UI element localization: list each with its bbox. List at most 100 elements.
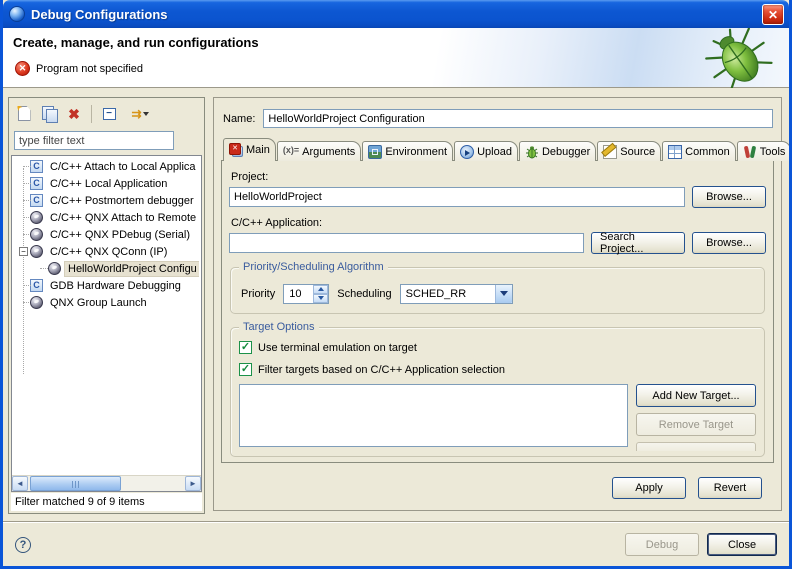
source-icon [603, 145, 617, 159]
chevron-down-icon [143, 112, 149, 116]
debug-button[interactable]: Debug [625, 533, 699, 556]
combo-dropdown-icon[interactable] [495, 285, 512, 303]
duplicate-configuration-button[interactable] [38, 103, 60, 125]
name-input[interactable] [263, 109, 773, 128]
filter-configurations-button[interactable]: ⇉ [123, 103, 157, 125]
partial-button [636, 442, 756, 451]
target-options-group: Target Options ✓ Use terminal emulation … [230, 327, 765, 457]
new-configuration-button[interactable] [13, 103, 35, 125]
close-button[interactable]: Close [707, 533, 777, 556]
close-icon[interactable]: ✕ [762, 4, 784, 25]
delete-icon: ✖ [68, 107, 80, 121]
title-bar: Debug Configurations ✕ [3, 0, 789, 28]
page-title: Create, manage, and run configurations [13, 35, 259, 50]
project-label: Project: [231, 171, 766, 183]
collapse-all-icon: − [103, 108, 116, 120]
debug-configurations-dialog: Debug Configurations ✕ Create, manage, a… [0, 0, 792, 569]
filter-targets-label: Filter targets based on C/C++ Applicatio… [258, 364, 505, 376]
horizontal-scrollbar[interactable]: ◄ ► [12, 475, 201, 491]
tab-source[interactable]: Source [597, 141, 661, 161]
spinner-down-icon[interactable] [313, 294, 328, 303]
tab-bar: Main (x)= Arguments Environment Upload [223, 138, 774, 161]
filter-targets-checkbox[interactable]: ✓ [239, 363, 252, 376]
project-input[interactable] [229, 187, 685, 207]
scheduling-label: Scheduling [337, 288, 391, 300]
tree-item-selected[interactable]: HelloWorldProject Configu [14, 260, 199, 277]
environment-icon [368, 145, 382, 159]
add-new-target-button[interactable]: Add New Target... [636, 384, 756, 407]
application-label: C/C++ Application: [231, 217, 766, 229]
bug-graphic [693, 28, 781, 88]
tree-item[interactable]: C GDB Hardware Debugging [14, 277, 199, 294]
tree-item[interactable]: − C/C++ QNX QConn (IP) [14, 243, 199, 260]
browse-project-button[interactable]: Browse... [692, 186, 766, 208]
priority-spinner[interactable]: 10 [283, 284, 329, 304]
scheduling-select[interactable]: SCHED_RR [400, 284, 513, 304]
browse-application-button[interactable]: Browse... [692, 232, 766, 254]
c-application-icon: C [30, 194, 43, 207]
collapse-all-button[interactable]: − [98, 103, 120, 125]
common-icon [668, 145, 682, 159]
tab-environment[interactable]: Environment [362, 141, 453, 161]
tree-item[interactable]: C/C++ QNX Attach to Remote [14, 209, 199, 226]
tab-tools[interactable]: Tools [737, 141, 792, 161]
tree-item[interactable]: C C/C++ Postmortem debugger [14, 192, 199, 209]
priority-scheduling-group: Priority/Scheduling Algorithm Priority 1… [230, 267, 765, 314]
tab-upload[interactable]: Upload [454, 141, 518, 161]
search-project-button[interactable]: Search Project... [591, 232, 685, 254]
application-input[interactable] [229, 233, 584, 253]
scroll-right-icon[interactable]: ► [185, 476, 201, 491]
error-icon: ✕ [15, 61, 30, 76]
tab-common[interactable]: Common [662, 141, 736, 161]
qnx-launch-icon [30, 228, 43, 241]
c-application-icon: C [30, 177, 43, 190]
spinner-up-icon[interactable] [313, 285, 328, 294]
c-application-icon: C [30, 160, 43, 173]
toolbar-separator [91, 105, 92, 123]
header-banner: Create, manage, and run configurations ✕… [3, 28, 789, 88]
collapse-expander-icon[interactable]: − [19, 247, 28, 256]
main-tab-content: Project: Browse... C/C++ Application: Se… [221, 160, 774, 463]
terminal-emulation-checkbox[interactable]: ✓ [239, 341, 252, 354]
footer-bar: ? Debug Close [3, 523, 789, 566]
configuration-detail-panel: Name: Main (x)= Arguments Environment [213, 97, 782, 511]
app-icon [9, 6, 25, 22]
tree-item[interactable]: C C/C++ Attach to Local Applica [14, 158, 199, 175]
qnx-launch-icon [30, 296, 43, 309]
delete-configuration-button[interactable]: ✖ [63, 103, 85, 125]
main-tab-error-icon [229, 143, 243, 157]
new-configuration-icon [18, 106, 31, 121]
priority-label: Priority [241, 288, 275, 300]
error-message-row: ✕ Program not specified [15, 61, 143, 76]
name-label: Name: [223, 113, 255, 125]
filter-icon: ⇉ [131, 107, 139, 121]
duplicate-icon [42, 106, 57, 121]
scrollbar-thumb[interactable] [30, 476, 121, 491]
filter-input[interactable] [14, 131, 174, 150]
arguments-icon: (x)= [283, 145, 299, 159]
target-list[interactable] [239, 384, 628, 447]
tab-debugger[interactable]: Debugger [519, 141, 596, 161]
error-message: Program not specified [36, 63, 143, 75]
tree-item[interactable]: QNX Group Launch [14, 294, 199, 311]
tab-arguments[interactable]: (x)= Arguments [277, 141, 361, 161]
qnx-launch-icon [30, 211, 43, 224]
dialog-body: ✖ − ⇉ C C/C++ Attach to Local Applica [3, 88, 789, 566]
tree-item[interactable]: C/C++ QNX PDebug (Serial) [14, 226, 199, 243]
apply-button[interactable]: Apply [612, 477, 686, 499]
tree-item[interactable]: C C/C++ Local Application [14, 175, 199, 192]
configurations-tree: C C/C++ Attach to Local Applica C C/C++ … [11, 155, 202, 492]
revert-button[interactable]: Revert [698, 477, 762, 499]
group-title: Target Options [239, 321, 319, 333]
window-title: Debug Configurations [31, 7, 168, 22]
scroll-left-icon[interactable]: ◄ [12, 476, 28, 491]
group-title: Priority/Scheduling Algorithm [239, 261, 388, 273]
configurations-panel: ✖ − ⇉ C C/C++ Attach to Local Applica [8, 97, 205, 514]
c-application-icon: C [30, 279, 43, 292]
upload-icon [460, 145, 474, 159]
tab-main[interactable]: Main [223, 138, 276, 161]
remove-target-button[interactable]: Remove Target [636, 413, 756, 436]
help-icon[interactable]: ? [15, 537, 31, 553]
tools-icon [743, 145, 757, 159]
qnx-launch-icon [48, 262, 61, 275]
